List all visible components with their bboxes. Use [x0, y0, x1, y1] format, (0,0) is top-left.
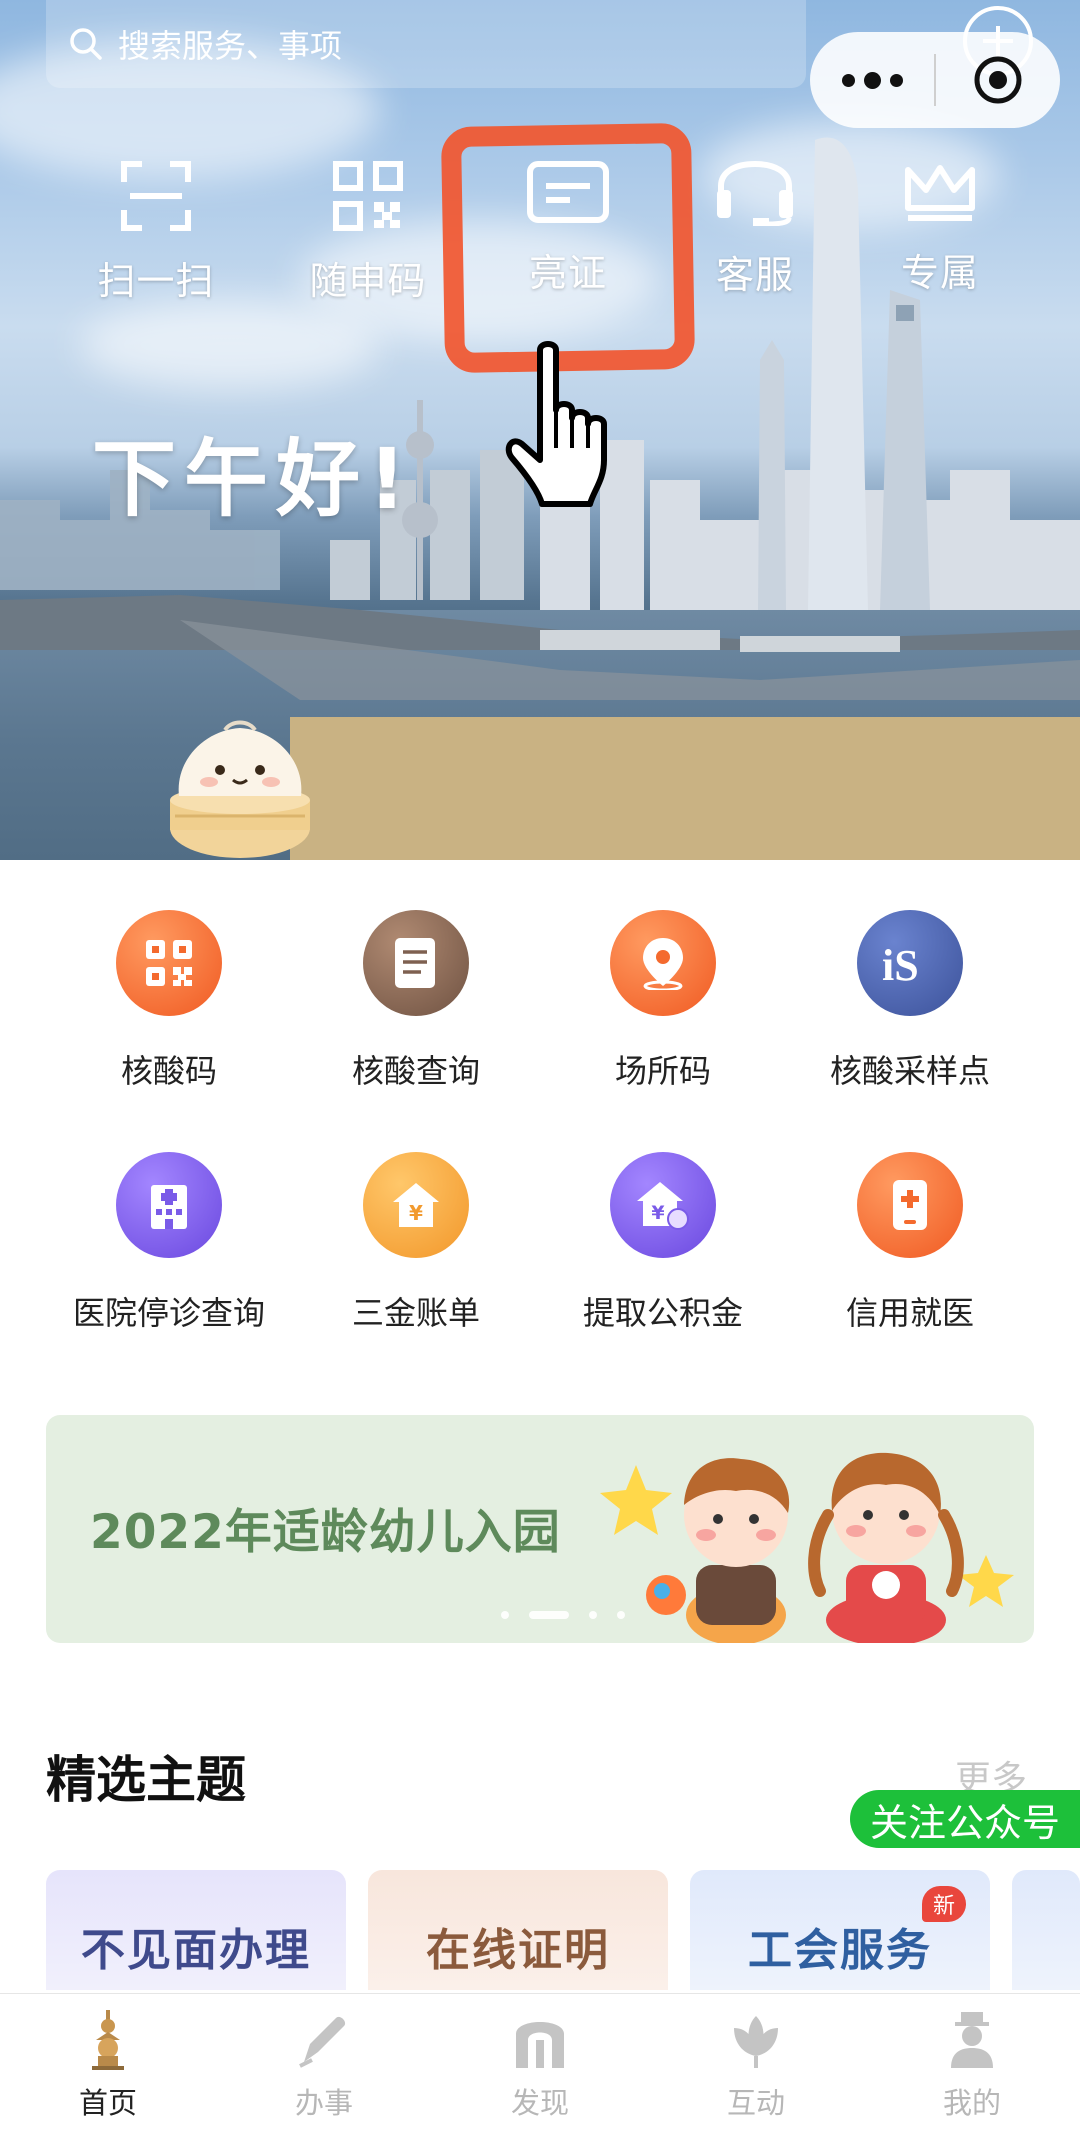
tab-label: 我的	[942, 2086, 1001, 2120]
service-icon-bg	[116, 1152, 222, 1258]
search-placeholder: 搜索服务、事项	[118, 27, 343, 65]
svg-text:¥: ¥	[409, 1201, 423, 1225]
service-sampling-site[interactable]: iS 核酸采样点	[785, 910, 1035, 1092]
bottom-tab-bar: 首页 办事 发现 互动 我的	[0, 1993, 1080, 2131]
arch-icon	[516, 2022, 564, 2068]
target-close-icon	[974, 56, 1022, 104]
hero-banner: 搜索服务、事项 扫一扫 随申码 亮证 客服 专属 下午好!	[0, 0, 1080, 860]
service-label: 三金账单	[351, 1294, 480, 1332]
service-nucleic-query[interactable]: 核酸查询	[291, 910, 541, 1092]
pen-icon	[299, 2016, 346, 2068]
quick-action-qr-code[interactable]: 随申码	[268, 160, 468, 305]
service-label: 信用就医	[845, 1294, 974, 1332]
person-icon	[951, 2012, 993, 2068]
medical-phone-icon	[893, 1180, 927, 1230]
service-credit-medical[interactable]: 信用就医	[785, 1152, 1035, 1334]
location-pin-icon	[643, 938, 683, 990]
greeting-text: 下午好!	[92, 430, 415, 528]
svg-text:iS: iS	[882, 941, 919, 988]
qr-code-icon	[333, 161, 403, 231]
sand-strip	[290, 717, 1080, 860]
tab-label: 办事	[294, 2086, 353, 2120]
more-menu-button[interactable]	[810, 71, 934, 89]
service-icon-bg: ¥	[610, 1152, 716, 1258]
tab-mine[interactable]: 我的	[864, 1994, 1080, 2131]
search-bar[interactable]: 搜索服务、事项	[46, 0, 806, 88]
close-mini-program-button[interactable]	[936, 54, 1060, 106]
qr-code-icon	[146, 940, 192, 986]
fund-withdraw-icon: ¥	[637, 1182, 689, 1230]
tab-label: 发现	[510, 2086, 569, 2120]
svg-text:¥: ¥	[651, 1202, 664, 1224]
card-no-meeting-service[interactable]: 不见面办理	[46, 1870, 346, 1990]
banner-pager	[501, 1611, 625, 1619]
card-label: 工会服务	[748, 1925, 932, 1976]
promo-banner-text: 2022年适龄幼儿入园	[90, 1505, 561, 1560]
tab-interact[interactable]: 互动	[648, 1994, 864, 2131]
service-icon-bg: iS	[857, 910, 963, 1016]
dumpling-mascot-icon	[170, 720, 310, 858]
service-nucleic-code[interactable]: 核酸码	[44, 910, 294, 1092]
tab-home[interactable]: 首页	[0, 1994, 216, 2131]
service-label: 核酸码	[120, 1052, 217, 1090]
service-label: 核酸采样点	[829, 1052, 990, 1090]
headset-icon	[717, 160, 793, 226]
card-next-partial[interactable]	[1012, 1870, 1080, 1990]
service-label: 医院停诊查询	[72, 1294, 265, 1332]
quick-action-label: 随申码	[309, 259, 427, 303]
scan-icon	[121, 161, 191, 231]
quick-action-label: 扫一扫	[97, 259, 215, 303]
service-icon-bg: ¥	[363, 1152, 469, 1258]
quick-action-scan[interactable]: 扫一扫	[56, 160, 256, 305]
mini-program-capsule	[810, 32, 1060, 128]
service-icon-bg	[363, 910, 469, 1016]
quick-action-exclusive[interactable]: 专属	[840, 160, 1040, 297]
crown-icon	[905, 165, 975, 221]
tab-label: 互动	[726, 2086, 785, 2120]
card-online-certificate[interactable]: 在线证明	[368, 1870, 668, 1990]
new-badge: 新	[922, 1886, 966, 1922]
service-icon-bg	[857, 1152, 963, 1258]
quick-action-label: 专属	[900, 251, 979, 295]
service-label: 提取公积金	[582, 1294, 743, 1332]
document-icon	[395, 938, 435, 988]
magnolia-icon	[734, 2016, 778, 2068]
follow-official-account-button[interactable]: 关注公众号	[850, 1790, 1080, 1848]
pointer-hand-icon	[505, 341, 607, 507]
tab-discover[interactable]: 发现	[432, 1994, 648, 2131]
promo-banner[interactable]: 2022年适龄幼儿入园	[46, 1415, 1034, 1643]
card-label: 在线证明	[426, 1925, 610, 1976]
search-icon	[70, 28, 102, 60]
service-hospital-suspension[interactable]: 医院停诊查询	[44, 1152, 294, 1334]
service-fund-withdrawal[interactable]: ¥ 提取公积金	[538, 1152, 788, 1334]
service-icon-bg	[116, 910, 222, 1016]
featured-section-title: 精选主题	[46, 1751, 246, 1809]
service-three-funds-bill[interactable]: ¥ 三金账单	[291, 1152, 541, 1334]
service-icon-bg	[610, 910, 716, 1016]
pagoda-icon	[92, 2010, 124, 2070]
service-venue-code[interactable]: 场所码	[538, 910, 788, 1092]
children-illustration	[600, 1452, 1014, 1643]
service-label: 核酸查询	[351, 1052, 480, 1090]
hospital-icon	[151, 1185, 187, 1229]
card-label: 不见面办理	[81, 1925, 311, 1976]
service-label: 场所码	[614, 1052, 711, 1090]
tab-services[interactable]: 办事	[216, 1994, 432, 2131]
yuan-house-icon: ¥	[393, 1183, 439, 1227]
sampling-site-icon: iS	[882, 941, 919, 988]
tab-label: 首页	[78, 2086, 137, 2120]
highlight-annotation	[440, 122, 696, 374]
